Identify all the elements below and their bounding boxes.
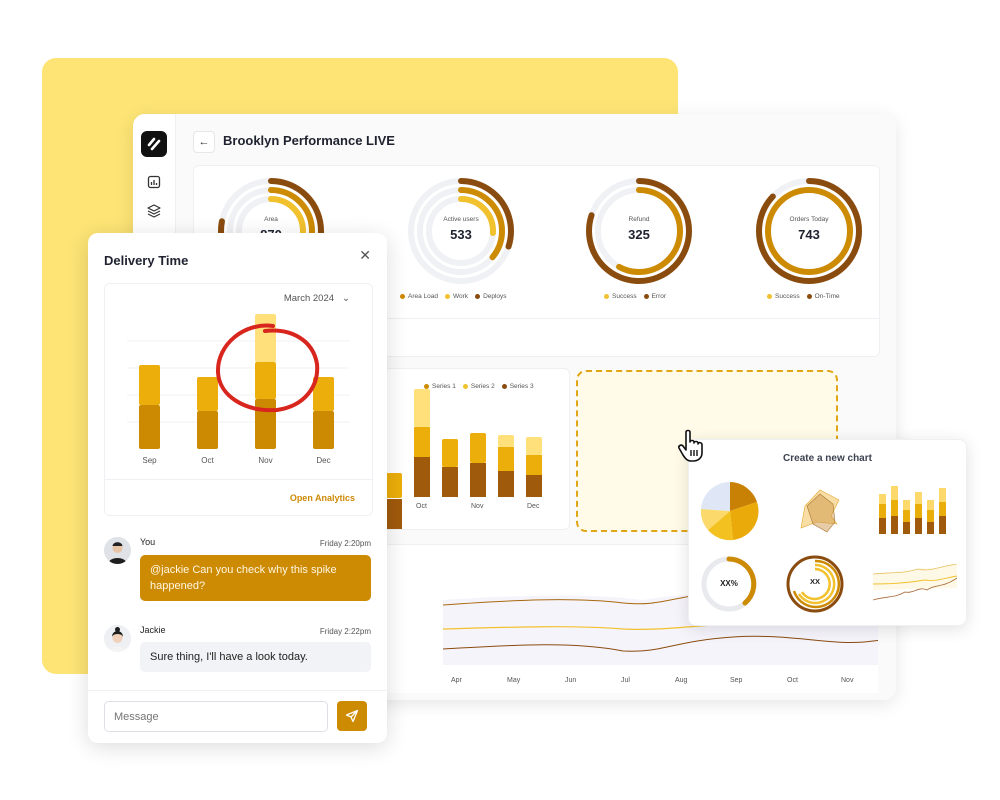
page-title: Brooklyn Performance LIVE xyxy=(223,133,395,148)
x-label: Jun xyxy=(565,677,577,684)
send-icon xyxy=(345,709,359,723)
chart-icon[interactable] xyxy=(146,174,162,190)
message-time: Friday 2:20pm xyxy=(319,539,371,548)
divider xyxy=(105,479,372,480)
stacked-bar-option[interactable] xyxy=(877,484,955,536)
bar-group xyxy=(470,433,486,497)
message-bubble: @jackie Can you check why this spike hap… xyxy=(140,555,371,601)
sender-name: Jackie xyxy=(140,625,166,635)
rings-label: XX xyxy=(809,577,820,586)
kpi-value: 743 xyxy=(798,227,820,242)
kpi-legend: Success Error xyxy=(604,293,666,300)
kpi-legend: Area Load Work Deploys xyxy=(400,293,507,300)
x-label: May xyxy=(507,677,521,684)
delivery-bars: Sep Oct Nov Dec xyxy=(127,314,350,465)
logo-icon[interactable] xyxy=(141,131,167,157)
x-label: Oct xyxy=(201,456,214,465)
radial-rings-option[interactable]: XX xyxy=(785,554,845,614)
pie-chart-option[interactable] xyxy=(699,480,761,542)
panel-title: Create a new chart xyxy=(783,453,872,464)
bar-oct-mid[interactable] xyxy=(197,377,218,411)
bar-nov-mid[interactable] xyxy=(255,362,276,399)
line-chart-option[interactable] xyxy=(873,564,957,606)
bar-group xyxy=(386,473,402,529)
x-label: Nov xyxy=(471,503,484,510)
layers-icon[interactable] xyxy=(146,203,162,219)
card-title: Delivery Time xyxy=(104,253,189,268)
bar-group xyxy=(526,437,542,497)
legend-item: Error xyxy=(643,293,666,300)
x-label: Oct xyxy=(787,677,798,684)
x-label: Sep xyxy=(730,677,743,684)
close-icon[interactable]: ✕ xyxy=(359,247,371,264)
legend-item: Deploys xyxy=(475,293,507,300)
kpi-refund: Refund 325 xyxy=(584,176,694,286)
kpi-value: 533 xyxy=(450,227,472,242)
bar-dec-base[interactable] xyxy=(313,411,334,449)
legend-item: Success xyxy=(604,293,637,300)
kpi-label: Refund xyxy=(628,216,650,223)
message-input[interactable] xyxy=(104,701,328,732)
message-you: You Friday 2:20pm @jackie Can you check … xyxy=(104,537,371,603)
open-analytics-link[interactable]: Open Analytics xyxy=(290,493,355,503)
divider xyxy=(88,690,387,691)
kpi-label: Orders Today xyxy=(789,216,829,223)
x-label: Dec xyxy=(527,503,540,510)
x-label: Apr xyxy=(451,677,462,684)
x-label: Nov xyxy=(841,677,854,684)
kpi-legend: Success On-Time xyxy=(767,293,840,300)
message-jackie: Jackie Friday 2:22pm Sure thing, I'll ha… xyxy=(104,625,371,672)
x-label: Sep xyxy=(142,456,157,465)
arrow-left-icon: ← xyxy=(198,136,210,148)
bar-sep-mid[interactable] xyxy=(139,365,160,405)
avatar xyxy=(104,537,131,564)
bar-group xyxy=(498,435,514,497)
bar-dec-mid[interactable] xyxy=(313,377,334,411)
kpi-label: Active users xyxy=(443,216,479,223)
send-button[interactable] xyxy=(337,701,367,731)
delivery-chart: March 2024 ⌄ Sep Oct Nov Dec Open Analytics xyxy=(104,283,373,516)
back-button[interactable]: ← xyxy=(193,131,215,153)
x-label: Oct xyxy=(416,503,427,510)
legend-item: Work xyxy=(445,293,468,300)
create-chart-panel: Create a new chart XX% XX xyxy=(688,439,967,626)
sender-name: You xyxy=(140,537,156,547)
legend-item: On-Time xyxy=(806,293,840,300)
kpi-label: Area xyxy=(264,216,278,223)
bar-group xyxy=(414,389,430,497)
legend-item: Success xyxy=(767,293,800,300)
donut-chart-option[interactable]: XX% xyxy=(699,554,759,614)
hand-cursor-icon xyxy=(678,429,703,462)
x-label: Jul xyxy=(621,677,630,684)
kpi-value: 325 xyxy=(628,227,650,242)
bar-nov-top[interactable] xyxy=(255,314,276,362)
bar-nov-base[interactable] xyxy=(255,399,276,449)
avatar xyxy=(104,625,131,652)
x-label: Nov xyxy=(258,456,272,465)
delivery-time-card: Delivery Time ✕ March 2024 ⌄ Sep Oct Nov De… xyxy=(88,233,387,743)
radar-chart-option[interactable] xyxy=(787,478,853,540)
x-label: Dec xyxy=(316,456,330,465)
message-time: Friday 2:22pm xyxy=(319,627,371,636)
legend-item: Area Load xyxy=(400,293,438,300)
message-bubble: Sure thing, I'll have a look today. xyxy=(140,642,371,672)
bar-oct-base[interactable] xyxy=(197,411,218,449)
kpi-active-users: Active users 533 xyxy=(406,176,516,286)
bar-sep-base[interactable] xyxy=(139,405,160,449)
bar-group xyxy=(442,439,458,497)
kpi-orders-today: Orders Today 743 xyxy=(754,176,864,286)
x-label: Aug xyxy=(675,677,688,684)
donut-label: XX% xyxy=(720,579,738,588)
